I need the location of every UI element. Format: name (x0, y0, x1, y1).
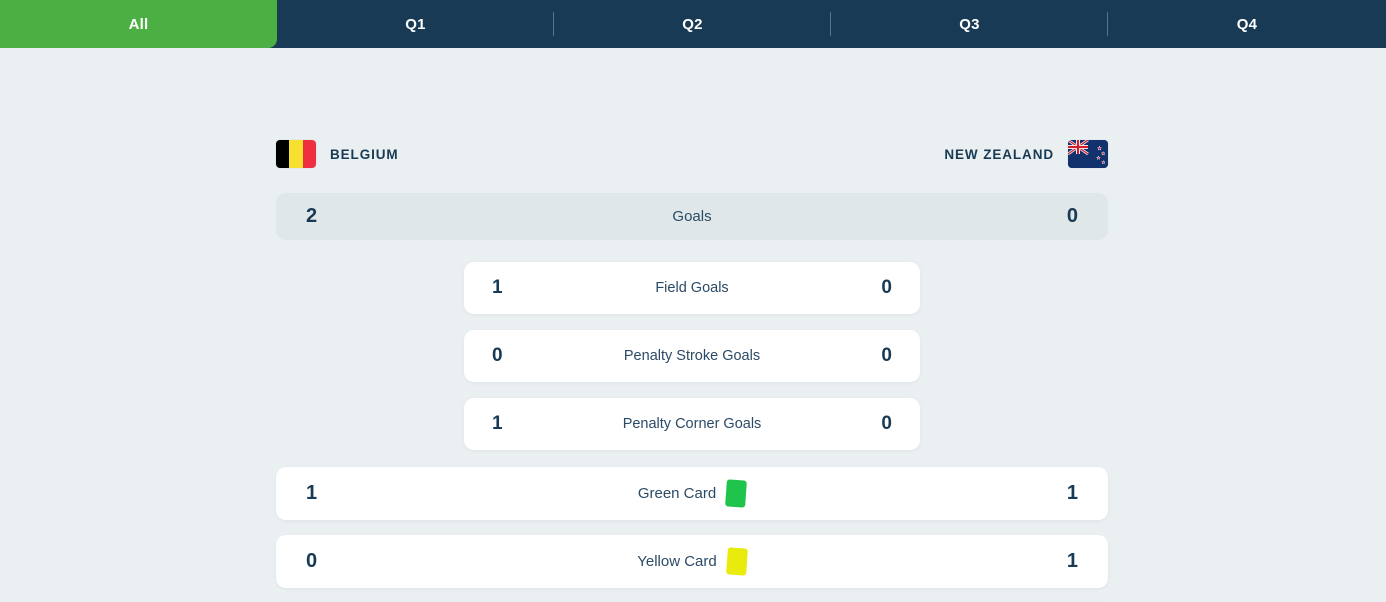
goals-label: Goals (672, 208, 712, 225)
green-card-icon (725, 479, 748, 508)
yellow-card-home-value: 0 (306, 550, 318, 572)
tab-all-label: All (128, 15, 149, 33)
stat-row-goals: 2 Goals 0 (276, 193, 1108, 240)
tab-q1[interactable]: Q1 (277, 0, 554, 48)
tab-q1-label: Q1 (405, 15, 426, 33)
match-stats-panel: BELGIUM NEW ZEALAND 2 Goals 0 1 Field Go… (0, 48, 1386, 602)
penalty-stroke-goals-label: Penalty Stroke Goals (623, 348, 761, 364)
yellow-card-icon (725, 547, 748, 576)
yellow-card-away-value: 1 (1066, 550, 1078, 572)
away-team: NEW ZEALAND (944, 140, 1108, 168)
home-team-name: BELGIUM (330, 146, 399, 162)
penalty-corner-goals-label: Penalty Corner Goals (622, 416, 762, 432)
team-header: BELGIUM NEW ZEALAND (276, 136, 1108, 172)
penalty-corner-goals-away-value: 0 (881, 413, 892, 434)
tab-all[interactable]: All (0, 0, 277, 48)
tab-q4[interactable]: Q4 (1108, 0, 1386, 48)
green-card-home-value: 1 (306, 482, 318, 504)
tab-q3[interactable]: Q3 (831, 0, 1108, 48)
tab-q2-label: Q2 (682, 15, 703, 33)
tab-q3-label: Q3 (959, 15, 980, 33)
yellow-card-label: Yellow Card (637, 553, 717, 570)
goals-away-value: 0 (1066, 205, 1078, 227)
quarter-tab-bar: All Q1 Q2 Q3 Q4 (0, 0, 1386, 48)
field-goals-label: Field Goals (655, 280, 729, 296)
stat-row-field-goals: 1 Field Goals 0 (464, 262, 920, 314)
goals-home-value: 2 (306, 205, 318, 227)
penalty-stroke-goals-away-value: 0 (881, 345, 892, 366)
stat-row-penalty-stroke-goals: 0 Penalty Stroke Goals 0 (464, 330, 920, 382)
tab-q2[interactable]: Q2 (554, 0, 831, 48)
yellow-card-label-group: Yellow Card (317, 547, 1067, 576)
stat-row-penalty-corner-goals: 1 Penalty Corner Goals 0 (464, 398, 920, 450)
stat-row-yellow-card: 0 Yellow Card 1 (276, 535, 1108, 588)
field-goals-home-value: 1 (492, 277, 503, 298)
green-card-label: Green Card (637, 485, 717, 502)
tab-q4-label: Q4 (1236, 15, 1258, 33)
green-card-away-value: 1 (1066, 482, 1078, 504)
belgium-flag-icon (276, 140, 316, 168)
penalty-corner-goals-home-value: 1 (492, 413, 503, 434)
home-team: BELGIUM (276, 140, 399, 168)
field-goals-away-value: 0 (881, 277, 892, 298)
stat-row-green-card: 1 Green Card 1 (276, 467, 1108, 520)
penalty-stroke-goals-home-value: 0 (492, 345, 503, 366)
away-team-name: NEW ZEALAND (944, 146, 1054, 162)
new-zealand-flag-icon (1068, 140, 1108, 168)
green-card-label-group: Green Card (317, 479, 1067, 508)
